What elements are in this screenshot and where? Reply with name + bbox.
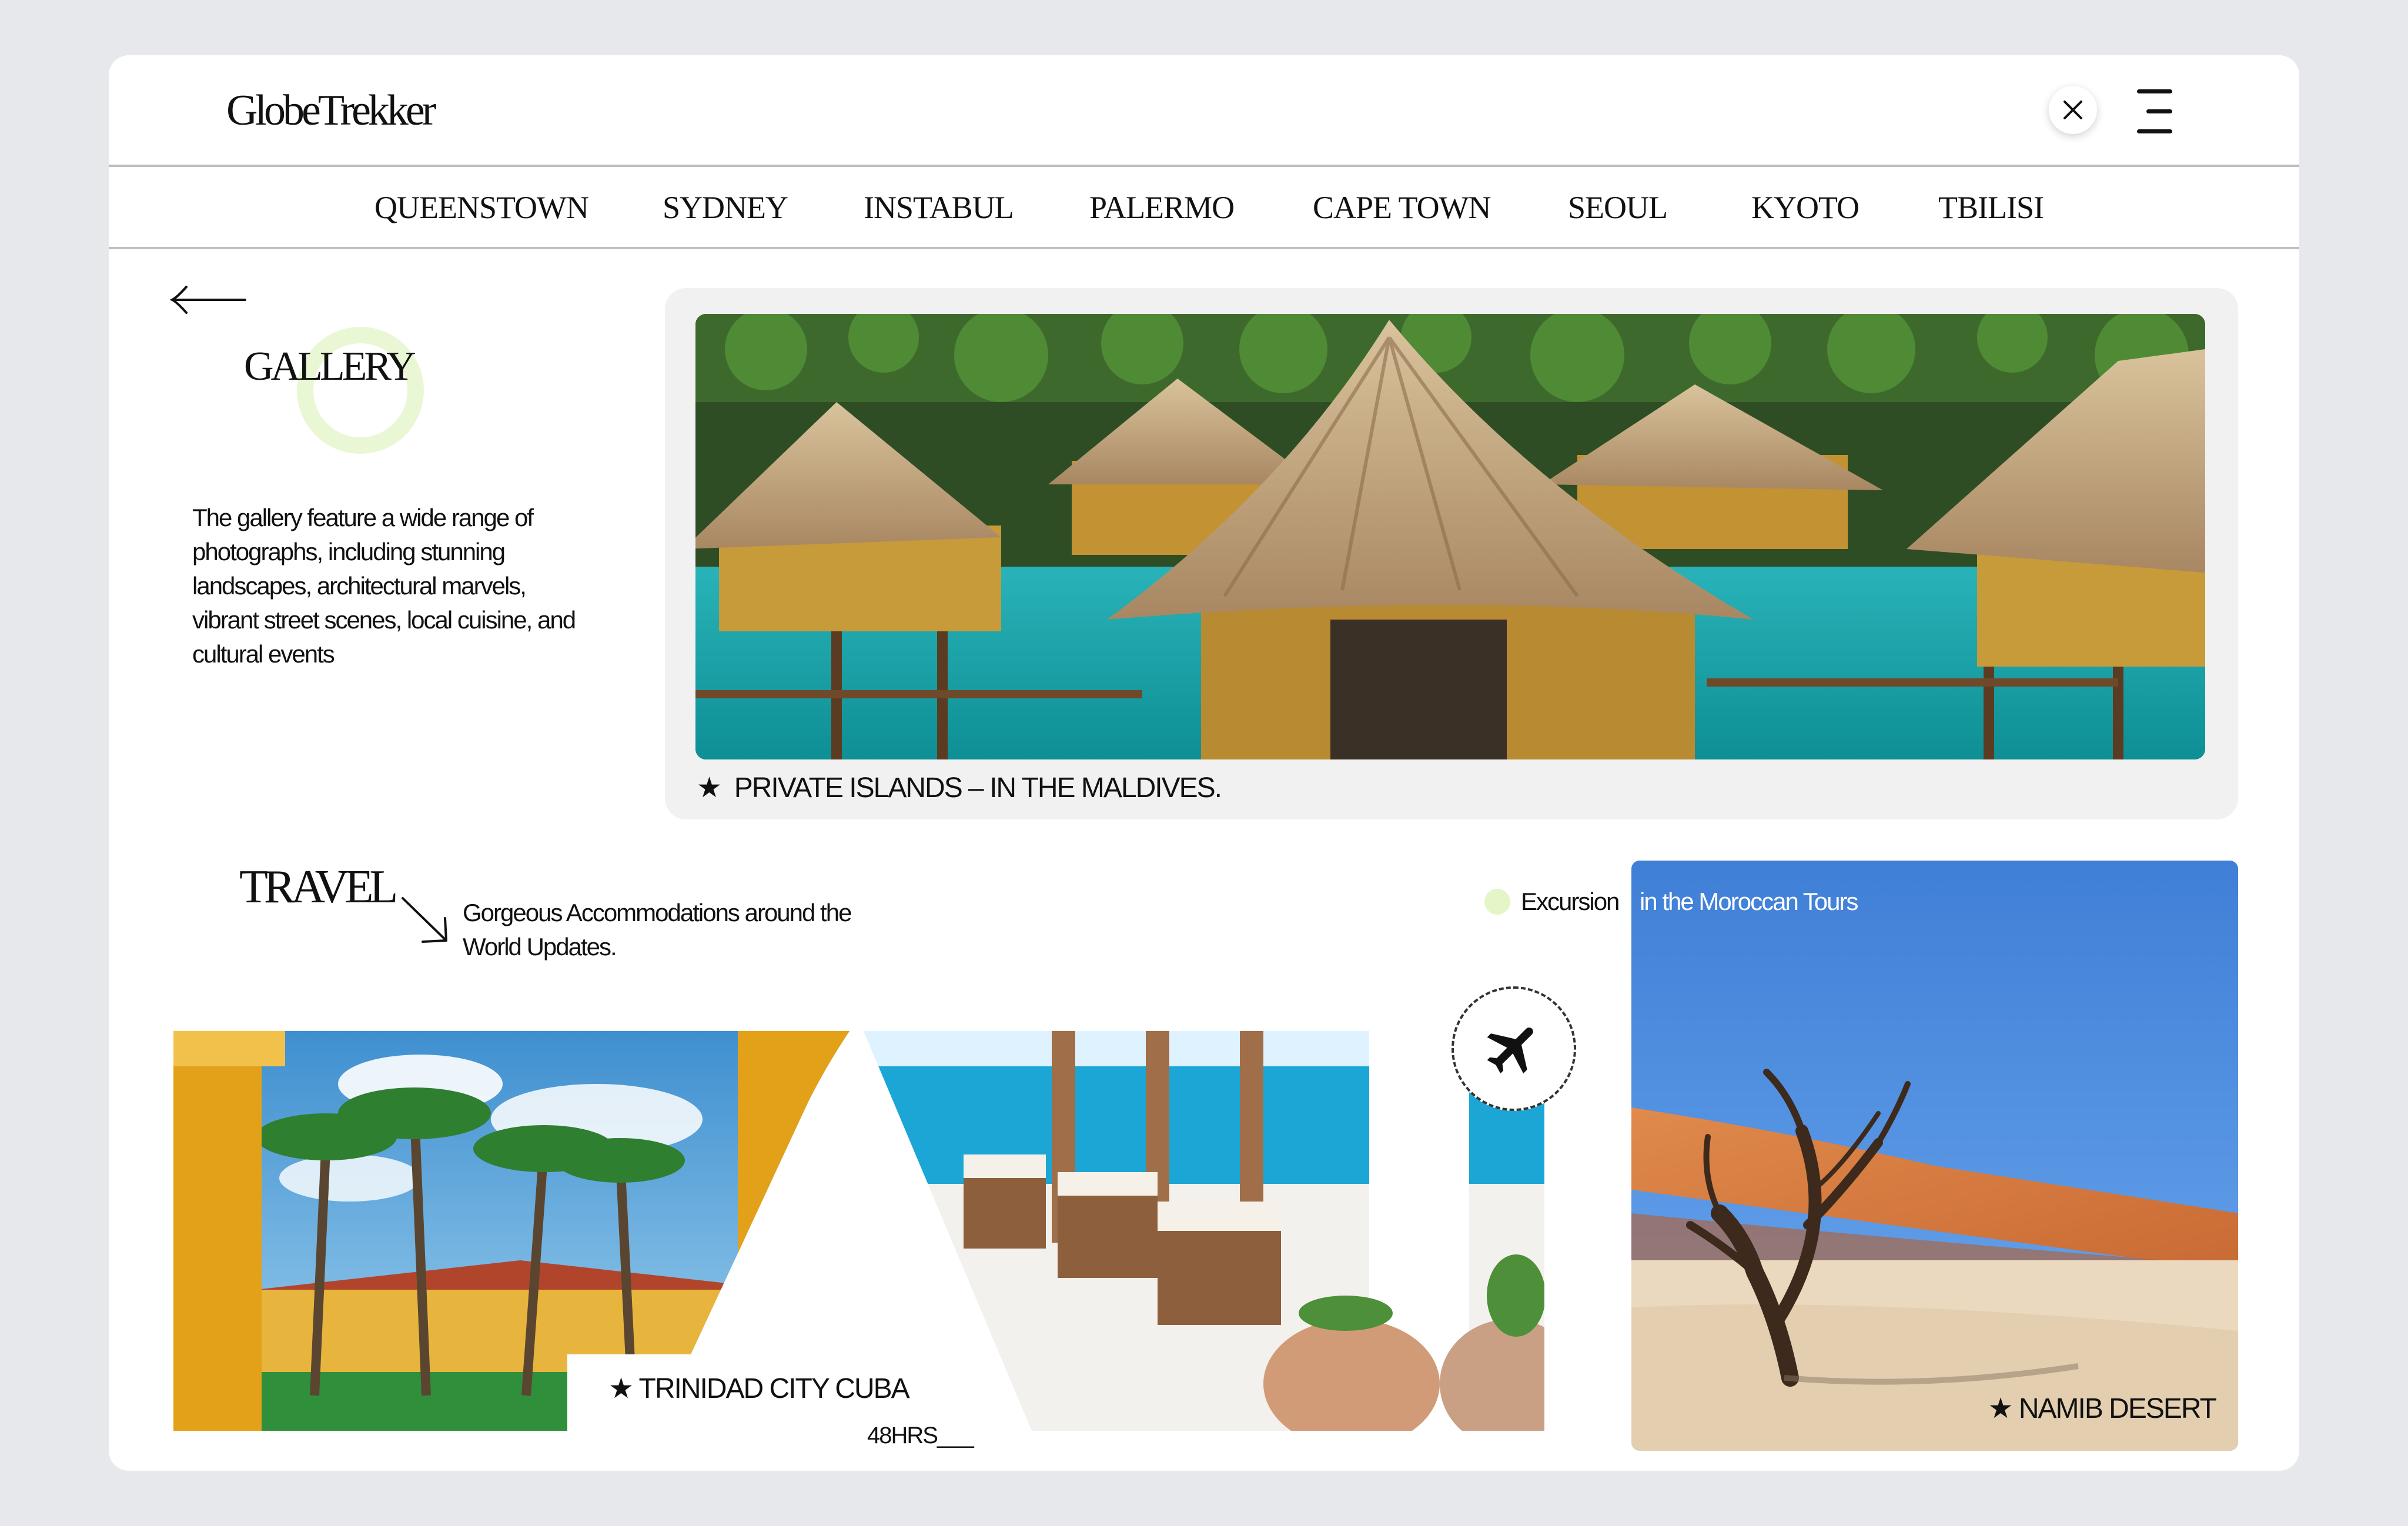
close-icon (2063, 101, 2082, 119)
nav-city-kyoto[interactable]: KYOTO (1751, 189, 1859, 226)
nav-city-sydney[interactable]: SYDNEY (663, 189, 788, 226)
gallery-title: GALLERY (244, 344, 416, 389)
top-bar: GlobeTrekker (109, 55, 2299, 167)
hero-card[interactable]: ★ PRIVATE ISLANDS – IN THE MALDIVES. (665, 288, 2238, 819)
menu-icon (2137, 89, 2172, 93)
close-button[interactable] (2049, 86, 2097, 134)
nav-city-palermo[interactable]: PALERMO (1089, 189, 1235, 226)
travel-subtitle: Gorgeous Accommodations around the World… (463, 899, 852, 961)
nav-city-tbilisi[interactable]: TBILISI (1938, 189, 2044, 226)
city-nav: QUEENSTOWN SYDNEY INSTABUL PALERMO CAPE … (109, 167, 2299, 249)
hero-caption: ★ PRIVATE ISLANDS – IN THE MALDIVES. (697, 772, 1222, 804)
excursion-label[interactable]: Excursion (1484, 888, 1620, 916)
logo[interactable]: GlobeTrekker (226, 86, 436, 136)
flight-badge[interactable] (1452, 986, 1576, 1111)
menu-button[interactable] (2125, 88, 2178, 135)
down-right-arrow-icon (402, 897, 447, 943)
duration-label: 48HRS___ (867, 1423, 974, 1448)
nav-city-instabul[interactable]: INSTABUL (864, 189, 1014, 226)
star-icon: ★ (697, 772, 722, 804)
bullet-dot-icon (1484, 889, 1510, 915)
excursion-subtitle: in the Moroccan Tours (1640, 888, 1858, 915)
nav-city-queenstown[interactable]: QUEENSTOWN (374, 189, 589, 226)
resort-terrace-photo[interactable] (864, 1031, 1544, 1431)
back-arrow-icon[interactable] (166, 282, 249, 317)
gallery-description: The gallery feature a wide range of phot… (192, 504, 576, 668)
namib-desert-photo (1631, 861, 2238, 1451)
star-icon: ★ (608, 1373, 634, 1404)
star-icon: ★ (1988, 1393, 2013, 1424)
desert-caption: ★ NAMIB DESERT (1988, 1393, 2217, 1424)
namib-desert-card[interactable]: in the Moroccan Tours (1631, 861, 2238, 1451)
cuba-caption: ★ TRINIDAD CITY CUBA (608, 1373, 910, 1404)
airplane-icon (1487, 1027, 1533, 1074)
maldives-photo (695, 314, 2205, 759)
travel-title: TRAVEL (239, 861, 398, 913)
trinidad-cuba-photo[interactable] (173, 1031, 850, 1431)
nav-city-cape-town[interactable]: CAPE TOWN (1313, 189, 1491, 226)
app-window: GlobeTrekker QUEENSTOWN SYDNEY INSTABUL … (109, 55, 2299, 1471)
nav-city-seoul[interactable]: SEOUL (1568, 189, 1668, 226)
